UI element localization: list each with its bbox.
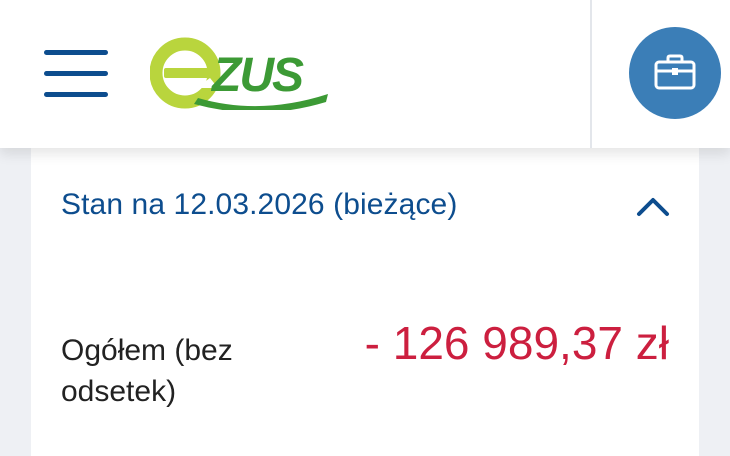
balance-date-title: Stan na 12.03.2026 (bieżące) (61, 188, 458, 221)
balance-card: Stan na 12.03.2026 (bieżące) Ogółem (bez… (31, 148, 699, 456)
total-amount: - 126 989,37 zł (364, 317, 669, 369)
briefcase-icon (654, 54, 696, 90)
hamburger-menu-icon[interactable] (44, 50, 108, 98)
total-label: Ogółem (bez odsetek) (61, 334, 233, 408)
ezus-logo[interactable]: ZUS (149, 36, 335, 113)
account-button[interactable] (629, 27, 721, 119)
top-header: ZUS (0, 0, 730, 148)
chevron-up-icon[interactable] (635, 194, 671, 218)
header-divider (590, 0, 592, 148)
svg-text:ZUS: ZUS (210, 49, 304, 102)
balance-section-toggle[interactable]: Stan na 12.03.2026 (bieżące) (31, 182, 699, 232)
